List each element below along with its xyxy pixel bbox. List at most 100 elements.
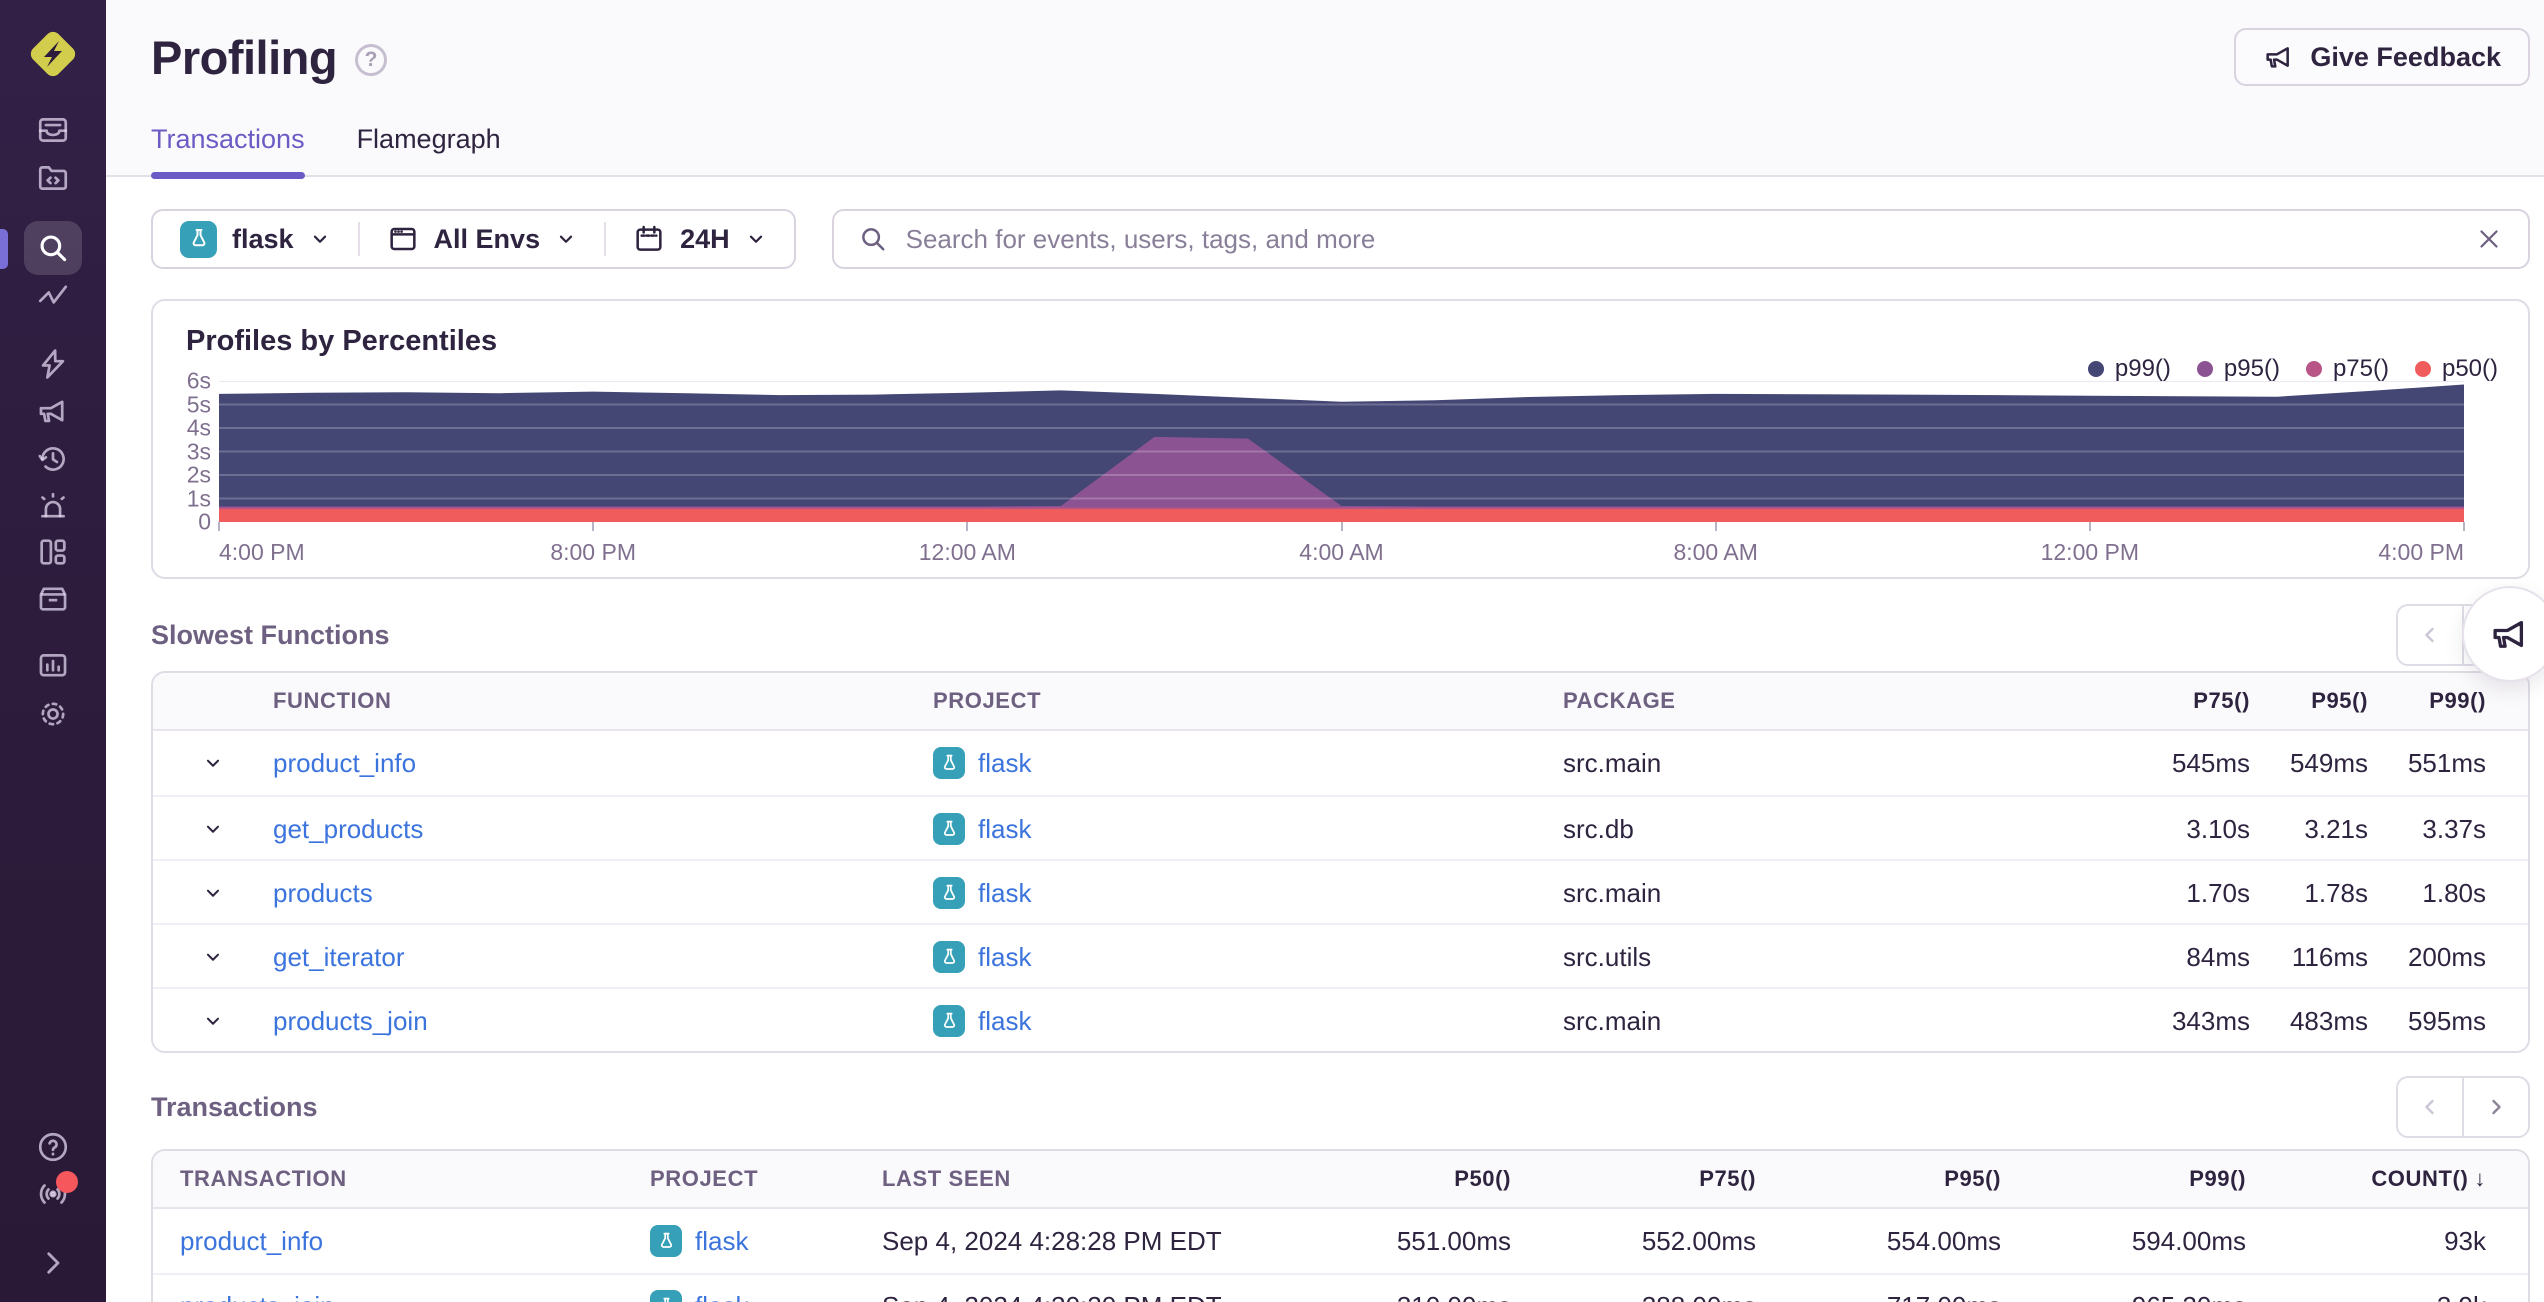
search-bar	[831, 209, 2530, 269]
tab-flamegraph[interactable]: Flamegraph	[357, 124, 501, 175]
broadcast-icon	[36, 1171, 78, 1211]
function-link[interactable]: products_join	[273, 1006, 428, 1036]
sidebar-item-releases[interactable]	[24, 571, 82, 625]
expand-row-button[interactable]	[153, 731, 273, 795]
sidebar-item-whats-new[interactable]	[24, 1167, 82, 1221]
table-row: get_products flask src.db 3.10s 3.21s 3.37s	[153, 795, 2528, 859]
close-icon[interactable]	[2474, 224, 2504, 254]
project-link[interactable]: flask	[695, 1226, 748, 1257]
sidebar-item-stats[interactable]	[24, 639, 82, 693]
transactions-rows: product_info flask Sep 4, 2024 4:28:28 PM …	[153, 1209, 2528, 1302]
function-link[interactable]: products	[273, 878, 373, 908]
archive-box-icon	[36, 581, 70, 615]
p95-cell: 554.00ms	[1886, 1225, 2001, 1256]
prev-page-button[interactable]	[2396, 1076, 2464, 1138]
date-range-filter[interactable]: 24H	[606, 223, 794, 255]
p95-cell: 116ms	[2291, 941, 2368, 972]
chevron-down-icon	[559, 235, 573, 243]
sidebar-item-projects[interactable]	[24, 151, 82, 205]
sidebar-item-user-feedback[interactable]	[24, 384, 82, 438]
legend-dot	[2196, 361, 2213, 377]
flask-project-icon	[933, 747, 965, 779]
sidebar-item-boost[interactable]	[24, 337, 82, 391]
page-header: Profiling ? Give Feedback Transactions F…	[106, 0, 2544, 179]
y-axis-label: 0	[198, 508, 211, 535]
main-area: Profiling ? Give Feedback Transactions F…	[106, 0, 2544, 1302]
package-cell: src.main	[1563, 1005, 1662, 1036]
project-link[interactable]: flask	[978, 1006, 1031, 1037]
p75-cell: 545ms	[2171, 747, 2250, 778]
column-header: P75()	[1699, 1166, 1756, 1191]
megaphone-icon	[2263, 41, 2295, 73]
legend-item[interactable]: p95()	[2196, 355, 2280, 383]
slowest-functions-columns: FUNCTION PROJECT PACKAGE P75() P95() P99()	[153, 673, 2528, 731]
last-seen-cell: Sep 4, 2024 4:30:20 PM EDT	[882, 1291, 1261, 1302]
tab-transactions[interactable]: Transactions	[151, 124, 305, 179]
siren-icon	[36, 490, 70, 524]
project-link[interactable]: flask	[695, 1291, 748, 1302]
count-cell: 3.9k	[2246, 1291, 2486, 1302]
flask-project-icon	[933, 941, 965, 973]
project-link[interactable]: flask	[978, 814, 1031, 845]
sidebar-item-traces[interactable]	[24, 269, 82, 323]
function-link[interactable]: get_products	[273, 814, 423, 844]
x-axis-label: 8:00 PM	[550, 539, 636, 565]
give-feedback-button[interactable]: Give Feedback	[2234, 28, 2530, 86]
page-help-icon[interactable]: ?	[355, 44, 388, 76]
transactions-columns: TRANSACTION PROJECT LAST SEEN P50() P75() P95…	[153, 1151, 2528, 1209]
x-axis-label: 8:00 AM	[1673, 539, 1758, 565]
x-axis-tick	[218, 522, 220, 531]
column-header[interactable]: COUNT() ↓	[2246, 1166, 2486, 1192]
p95-cell: 1.78s	[2304, 877, 2368, 908]
active-nav-indicator	[0, 229, 8, 269]
expand-row-button[interactable]	[153, 925, 273, 989]
project-link[interactable]: flask	[978, 748, 1031, 779]
sidebar-item-issues[interactable]	[24, 103, 82, 157]
p50-cell: 310.00ms	[1261, 1291, 1511, 1302]
p50-cell: 551.00ms	[1396, 1225, 1511, 1256]
transaction-link[interactable]: products_join	[180, 1291, 335, 1302]
help-icon	[36, 1130, 70, 1164]
percentiles-chart[interactable]: 4:00 PM 8:00 PM 12:00 AM 4:00 AM 8:00 AM 12:0…	[218, 381, 2465, 565]
transaction-link[interactable]: product_info	[180, 1226, 323, 1256]
function-link[interactable]: get_iterator	[273, 942, 405, 972]
legend-item[interactable]: p75()	[2305, 355, 2389, 383]
function-link[interactable]: product_info	[273, 748, 416, 778]
column-header: P99()	[2429, 688, 2486, 713]
project-link[interactable]: flask	[978, 878, 1031, 909]
column-header: P95()	[1944, 1166, 2001, 1191]
legend-dot	[2305, 361, 2322, 377]
p75-cell: 388.00ms	[1511, 1291, 1756, 1302]
sidebar-collapse-button[interactable]	[24, 1236, 82, 1290]
p99-cell: 551ms	[2407, 747, 2486, 778]
expand-row-button[interactable]	[153, 989, 273, 1051]
column-header: TRANSACTION	[180, 1166, 347, 1191]
expand-row-button[interactable]	[153, 797, 273, 861]
legend-dot	[2414, 361, 2431, 377]
expand-row-button[interactable]	[153, 861, 273, 925]
next-page-button[interactable]	[2462, 1076, 2530, 1138]
project-link[interactable]: flask	[978, 942, 1031, 973]
bar-chart-icon	[36, 649, 70, 683]
legend-item[interactable]: p99()	[2087, 355, 2171, 383]
section-title: Slowest Functions	[151, 619, 390, 650]
search-icon	[36, 231, 70, 265]
prev-page-button[interactable]	[2396, 604, 2464, 666]
column-header: PROJECT	[650, 1166, 759, 1191]
sentry-logo[interactable]	[21, 22, 85, 86]
profiles-by-percentiles-panel: Profiles by Percentiles p99() p95() p75() p…	[151, 299, 2530, 579]
table-row: products flask src.main 1.70s 1.78s 1.80s	[153, 859, 2528, 923]
page-title: Profiling	[151, 30, 338, 84]
environment-filter[interactable]: All Envs	[360, 223, 605, 255]
sidebar-item-settings[interactable]	[24, 687, 82, 741]
transactions-header: Transactions	[151, 1076, 2530, 1138]
section-title: Transactions	[151, 1091, 318, 1122]
sidebar-item-explore[interactable]	[24, 221, 82, 275]
sidebar-item-replays[interactable]	[24, 432, 82, 486]
sidebar-item-help[interactable]	[24, 1120, 82, 1174]
legend-item[interactable]: p50()	[2414, 355, 2498, 383]
search-input[interactable]	[905, 223, 2456, 255]
project-filter[interactable]: flask	[153, 220, 358, 258]
y-axis-label: 6s	[186, 367, 211, 394]
slowest-functions-header: Slowest Functions	[151, 604, 2530, 666]
